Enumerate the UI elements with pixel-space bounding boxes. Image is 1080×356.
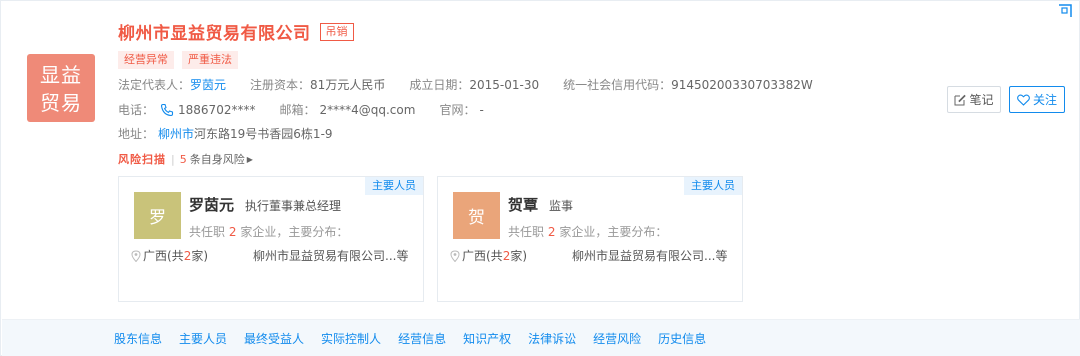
credit-code-label: 统一社会信用代码： (563, 78, 672, 92)
status-badge: 吊销 (319, 22, 354, 41)
info-row-contact: 电话： 1886702**** 邮箱： 2****4@qq.com 官网： - (118, 101, 484, 118)
company-logo: 显益 贸易 (27, 54, 95, 122)
founded-value: 2015-01-30 (469, 77, 540, 92)
address-label: 地址： (118, 127, 155, 141)
count-suffix: 家企业，主要分布： (240, 225, 349, 239)
nav-litigation[interactable]: 法律诉讼 (528, 330, 576, 347)
info-row-address: 地址： 柳州市 河东路19号书香园6栋1-9 (118, 125, 333, 142)
nav-actual-controller[interactable]: 实际控制人 (321, 330, 381, 347)
risk-tags: 经营异常 严重违法 (118, 51, 238, 69)
count-number: 2 (547, 225, 556, 239)
count-prefix: 共任职 (508, 225, 545, 239)
count-prefix: 共任职 (189, 225, 226, 239)
person-card[interactable]: 主要人员 贺 贺覃 监事 共任职 2 家企业，主要分布： 广西(共 2 家) 柳州市… (437, 176, 743, 302)
person-company[interactable]: 柳州市显益贸易有限公司...等 (253, 247, 408, 264)
email-value[interactable]: 2****4@qq.com (319, 103, 415, 117)
legal-rep-label: 法定代表人： (118, 78, 191, 92)
role-badge: 主要人员 (365, 177, 423, 195)
region-count: 2 (502, 248, 511, 263)
person-name[interactable]: 罗茵元 (189, 194, 234, 215)
nav-intellectual-property[interactable]: 知识产权 (463, 330, 511, 347)
title-row: 柳州市显益贸易有限公司 吊销 (118, 19, 354, 44)
region-prefix: 广西(共 (462, 249, 503, 263)
person-title: 执行董事兼总经理 (245, 199, 342, 213)
avatar: 贺 (453, 192, 500, 239)
region-suffix: 家) (510, 249, 528, 263)
company-card: 显益 贸易 柳州市显益贸易有限公司 吊销 经营异常 严重违法 法定代表人： 罗茵… (0, 0, 1080, 356)
nav-history[interactable]: 历史信息 (658, 330, 706, 347)
email-label: 邮箱： (279, 103, 316, 117)
nav-business-info[interactable]: 经营信息 (398, 330, 446, 347)
region-prefix: 广西(共 (143, 249, 184, 263)
nav-beneficial-owner[interactable]: 最终受益人 (244, 330, 304, 347)
nav-business-risk[interactable]: 经营风险 (593, 330, 641, 347)
region-count: 2 (183, 248, 192, 263)
count-suffix: 家企业，主要分布： (559, 225, 668, 239)
person-card[interactable]: 主要人员 罗 罗茵元 执行董事兼总经理 共任职 2 家企业，主要分布： 广西(共… (118, 176, 424, 302)
website-label: 官网： (439, 103, 476, 117)
person-region: 广西(共 2 家) (131, 247, 208, 264)
tag-abnormal[interactable]: 经营异常 (118, 51, 174, 69)
note-button[interactable]: 笔记 (947, 86, 1001, 113)
nav-key-personnel[interactable]: 主要人员 (179, 330, 227, 347)
risk-scan-label: 风险扫描 (118, 153, 166, 166)
note-button-label: 笔记 (969, 93, 994, 107)
region-suffix: 家) (191, 249, 209, 263)
website-value: - (479, 102, 484, 117)
risk-separator: | (171, 152, 175, 166)
company-name[interactable]: 柳州市显益贸易有限公司 (118, 19, 311, 44)
logo-line-2: 贸易 (40, 91, 82, 115)
person-name[interactable]: 贺覃 (508, 194, 538, 215)
person-region: 广西(共 2 家) (450, 247, 527, 264)
qr-corner-icon[interactable] (1057, 3, 1073, 19)
risk-scan[interactable]: 风险扫描 | 5 条自身风险 ▶ (118, 151, 253, 167)
phone-icon (160, 103, 174, 116)
phone-label: 电话： (118, 103, 155, 117)
capital-label: 注册资本： (250, 78, 311, 92)
phone-value[interactable]: 1886702**** (178, 103, 255, 117)
credit-code-value: 91450200330703382W (671, 77, 813, 92)
person-affiliation-count: 共任职 2 家企业，主要分布： (508, 223, 667, 240)
legal-rep-link[interactable]: 罗茵元 (190, 76, 226, 93)
caret-right-icon: ▶ (246, 154, 253, 164)
founded-label: 成立日期： (409, 78, 470, 92)
location-pin-icon (450, 249, 460, 262)
count-number: 2 (228, 225, 237, 239)
person-company[interactable]: 柳州市显益贸易有限公司...等 (572, 247, 727, 264)
follow-button-label: 关注 (1032, 93, 1057, 107)
risk-text: 条自身风险 (189, 153, 245, 166)
tag-violation[interactable]: 严重违法 (182, 51, 238, 69)
nav-shareholders[interactable]: 股东信息 (114, 330, 162, 347)
person-affiliation-count: 共任职 2 家企业，主要分布： (189, 223, 348, 240)
role-badge: 主要人员 (684, 177, 742, 195)
follow-button[interactable]: 关注 (1009, 86, 1065, 113)
capital-value: 81万元人民币 (310, 78, 386, 92)
person-title: 监事 (549, 199, 574, 213)
edit-icon (954, 94, 967, 105)
address-value: 河东路19号书香园6栋1-9 (194, 127, 333, 141)
info-row-registration: 法定代表人： 罗茵元 注册资本： 81万元人民币 成立日期： 2015-01-3… (118, 76, 813, 93)
heart-icon (1017, 94, 1030, 106)
risk-count: 5 (179, 152, 187, 166)
avatar: 罗 (134, 192, 181, 239)
section-nav: 股东信息 主要人员 最终受益人 实际控制人 经营信息 知识产权 法律诉讼 经营风… (2, 319, 1080, 356)
location-pin-icon (131, 249, 141, 262)
logo-line-1: 显益 (40, 63, 82, 87)
address-city-link[interactable]: 柳州市 (158, 125, 194, 142)
